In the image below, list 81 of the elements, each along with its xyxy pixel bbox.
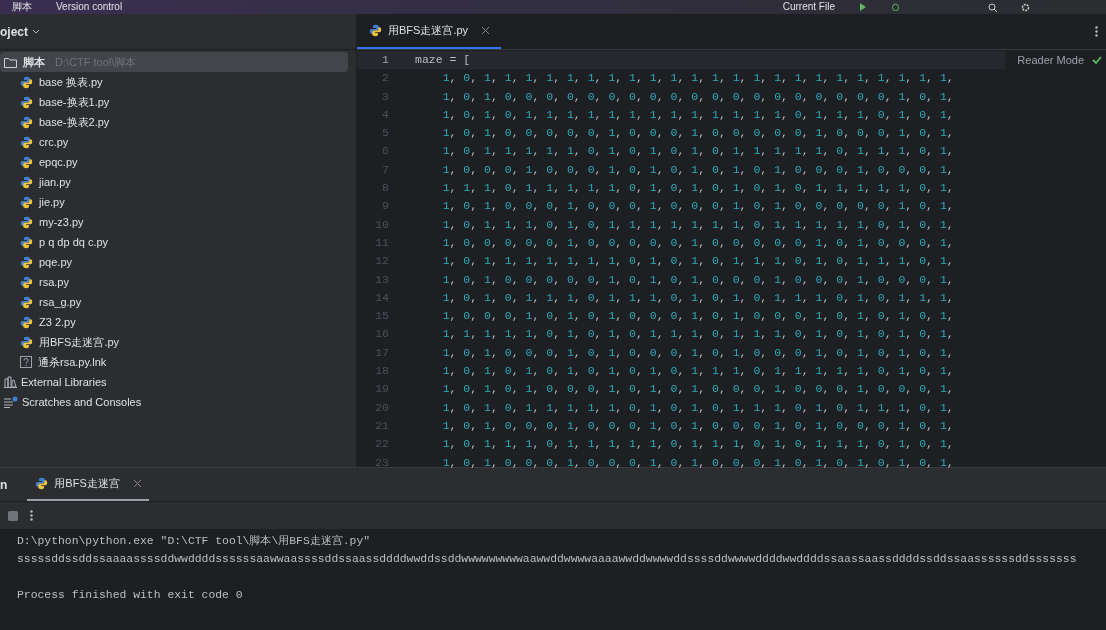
stop-icon[interactable] [8, 510, 18, 521]
more-icon[interactable] [1095, 26, 1098, 37]
close-icon[interactable] [482, 27, 490, 34]
folder-icon [4, 56, 17, 68]
search-icon[interactable] [988, 2, 997, 12]
python-file-icon [20, 75, 33, 89]
tree-item[interactable]: External Libraries [0, 372, 356, 392]
tree-item[interactable]: p q dp dq c.py [0, 232, 356, 252]
unknown-file-icon [20, 356, 32, 368]
python-file-icon [20, 135, 33, 149]
vcs-menu[interactable]: Version control [56, 2, 123, 12]
code-line: 1, 0, 1, 0, 1, 0, 1, 0, 1, 0, 1, 0, 1, 1, 1, 0, 1, 1, 1, 1, 1, 0, 1, 0, 1, [441, 363, 954, 380]
python-file-icon [20, 335, 33, 349]
code-line: 1, 1, 1, 1, 1, 0, 1, 0, 1, 0, 1, 1, 1, 0, 1, 1, 1, 0, 1, 0, 1, 0, 1, 0, 1, [441, 326, 954, 343]
python-file-icon [20, 175, 33, 189]
tree-item[interactable]: crc.py [0, 132, 356, 152]
close-icon[interactable] [133, 480, 141, 487]
tree-item[interactable]: base-换表2.py [0, 112, 356, 132]
code-line: 1, 0, 1, 1, 1, 0, 1, 1, 1, 1, 1, 0, 1, 1, 1, 0, 1, 0, 1, 1, 1, 0, 1, 0, 1, [441, 436, 954, 453]
code-line: maze = [ [414, 52, 471, 68]
code-line: 1, 0, 1, 0, 1, 1, 1, 1, 1, 1, 1, 1, 1, 1, 1, 1, 1, 0, 1, 1, 1, 0, 1, 0, 1, [441, 106, 954, 123]
console-line: D:\python\python.exe "D:\CTF tool\脚本\用BFS走迷宫.py" [17, 534, 372, 549]
check-icon [1092, 56, 1102, 64]
code-line: 1, 0, 0, 0, 0, 0, 1, 0, 0, 0, 0, 0, 1, 0, 0, 0, 0, 0, 1, 0, 1, 0, 0, 0, 1, [441, 234, 954, 251]
more-icon[interactable] [30, 510, 33, 521]
tree-item[interactable]: epqc.py [0, 152, 356, 172]
tree-item[interactable]: Z3 2.py [0, 312, 356, 332]
run-icon[interactable] [859, 3, 867, 11]
python-file-icon [369, 24, 382, 37]
code-line: 1, 0, 1, 1, 1, 1, 1, 1, 1, 1, 1, 1, 1, 1, 1, 1, 1, 1, 1, 1, 1, 1, 1, 1, 1, [441, 70, 954, 87]
python-file-icon [20, 95, 33, 109]
code-line: 1, 0, 1, 0, 0, 0, 0, 0, 1, 0, 1, 0, 1, 0, 0, 0, 1, 0, 0, 0, 1, 0, 0, 0, 1, [441, 271, 954, 288]
tree-item[interactable]: 通杀rsa.py.lnk [0, 352, 356, 372]
panel-title: n [0, 476, 8, 494]
settings-icon[interactable] [1021, 2, 1030, 12]
python-file-icon [20, 195, 33, 209]
code-line: 1, 0, 1, 0, 1, 0, 0, 0, 1, 0, 1, 0, 1, 0, 0, 0, 1, 0, 0, 0, 1, 0, 0, 0, 1, [441, 381, 954, 398]
tree-item[interactable]: rsa_g.py [0, 292, 356, 312]
python-file-icon [20, 295, 33, 309]
python-file-icon [20, 315, 33, 329]
tree-item[interactable]: jie.py [0, 192, 356, 212]
console-line: Process finished with exit code 0 [17, 588, 244, 603]
python-file-icon [20, 275, 33, 289]
python-file-icon [20, 235, 33, 249]
python-file-icon [20, 215, 33, 229]
code-line: 1, 0, 1, 1, 1, 1, 1, 0, 1, 0, 1, 0, 1, 0, 1, 1, 1, 1, 1, 0, 1, 1, 1, 0, 1, [441, 143, 954, 160]
python-file-icon [20, 255, 33, 269]
code-line: 1, 0, 1, 0, 0, 0, 0, 0, 0, 0, 0, 0, 0, 0, 0, 0, 0, 0, 0, 0, 0, 0, 1, 0, 1, [441, 88, 954, 105]
scratches-icon [4, 396, 18, 408]
code-line: 1, 0, 0, 0, 1, 0, 0, 0, 1, 0, 1, 0, 1, 0, 1, 0, 1, 0, 0, 0, 1, 0, 0, 0, 1, [441, 161, 954, 178]
code-line: 1, 0, 1, 0, 0, 0, 0, 0, 1, 0, 0, 0, 1, 0, 0, 0, 0, 0, 1, 0, 0, 0, 1, 0, 1, [441, 125, 954, 142]
panel-title[interactable]: oject [0, 22, 28, 41]
python-file-icon [35, 477, 49, 490]
library-icon [4, 376, 17, 388]
run-tab[interactable]: 用BFS走迷宫 [27, 468, 149, 501]
code-line: 1, 0, 1, 0, 1, 1, 1, 1, 1, 0, 1, 0, 1, 0, 1, 1, 1, 0, 1, 0, 1, 1, 1, 0, 1, [441, 399, 954, 416]
python-file-icon [20, 155, 33, 169]
code-line: 1, 0, 1, 0, 1, 1, 1, 0, 1, 1, 1, 0, 1, 0, 1, 0, 1, 1, 1, 0, 1, 0, 1, 1, 1, [441, 289, 954, 306]
code-line: 1, 0, 1, 0, 0, 0, 1, 0, 0, 0, 1, 0, 1, 0, 0, 0, 1, 0, 1, 0, 1, 0, 1, 0, 1, [441, 454, 954, 471]
tree-item[interactable]: base 换表.py [0, 72, 356, 92]
console-line: sssssddssddssaaaassssddwwddddssssssaawwaassssddssaassddddwwddssddwwwwwwwwwaawwddwwwwaaaawwddwwwwddssssddwwwwddddwwddddssaassaassddddssddssaassssssddsssssss [17, 552, 1078, 567]
line-number: 1 [381, 52, 390, 68]
chevron-down-icon[interactable] [32, 28, 40, 35]
code-line: 1, 0, 1, 1, 1, 1, 1, 1, 1, 0, 1, 0, 1, 0, 1, 1, 1, 0, 1, 0, 1, 1, 1, 0, 1, [441, 253, 954, 270]
run-config[interactable]: Current File [782, 2, 835, 12]
python-file-icon [20, 115, 33, 129]
folder-name: 脚本 [23, 54, 45, 70]
tree-item[interactable]: rsa.py [0, 272, 356, 292]
code-line: 1, 0, 1, 0, 0, 0, 1, 0, 0, 0, 1, 0, 1, 0, 0, 0, 1, 0, 1, 0, 0, 0, 1, 0, 1, [441, 417, 954, 434]
tree-item[interactable]: 用BFS走迷宫.py [0, 332, 356, 352]
tree-item[interactable]: jian.py [0, 172, 356, 192]
code-line: 1, 0, 0, 0, 1, 0, 1, 0, 1, 0, 0, 0, 1, 0, 1, 0, 0, 0, 1, 0, 1, 0, 1, 0, 1, [441, 308, 954, 325]
tree-item[interactable]: Scratches and Consoles [0, 392, 356, 412]
code-line: 1, 0, 1, 0, 0, 0, 1, 0, 1, 0, 0, 0, 1, 0, 1, 0, 0, 0, 1, 0, 1, 0, 1, 0, 1, [441, 344, 954, 361]
project-name[interactable]: 脚本 [12, 2, 32, 12]
code-line: 1, 0, 1, 1, 1, 0, 1, 0, 1, 1, 1, 1, 1, 1, 1, 0, 1, 1, 1, 1, 1, 0, 1, 0, 1, [441, 216, 954, 233]
code-line: 1, 0, 1, 0, 0, 0, 1, 0, 0, 0, 1, 0, 0, 0, 1, 0, 1, 0, 0, 0, 0, 0, 1, 0, 1, [441, 198, 954, 215]
tree-item[interactable]: my-z3.py [0, 212, 356, 232]
tree-item[interactable]: base-换表1.py [0, 92, 356, 112]
tree-item[interactable]: pqe.py [0, 252, 356, 272]
code-line: 1, 1, 1, 0, 1, 1, 1, 1, 1, 0, 1, 0, 1, 0, 1, 0, 1, 0, 1, 1, 1, 1, 1, 0, 1, [441, 180, 954, 197]
